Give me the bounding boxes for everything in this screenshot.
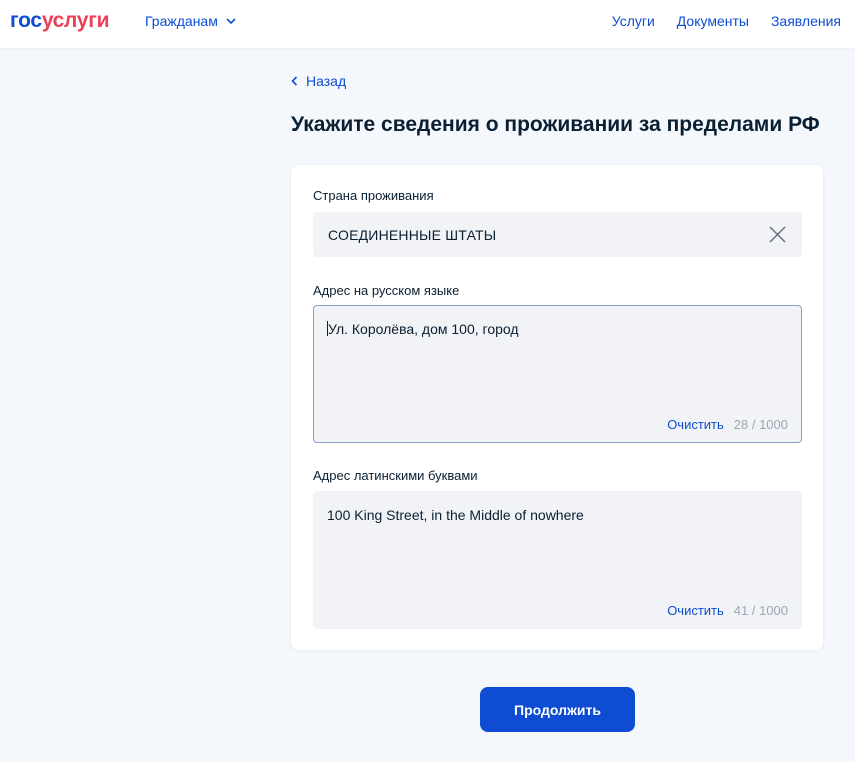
address-ru-label: Адрес на русском языке — [313, 283, 460, 298]
country-value: СОЕДИНЕННЫЕ ШТАТЫ — [328, 226, 497, 243]
back-label: Назад — [306, 73, 347, 89]
citizens-menu-label: Гражданам — [145, 13, 218, 29]
page-title: Укажите сведения о проживании за предела… — [291, 113, 820, 136]
country-label: Страна проживания — [313, 188, 434, 203]
address-ru-clear-button[interactable]: Очистить — [667, 417, 724, 432]
nav-link-services[interactable]: Услуги — [612, 13, 655, 29]
address-lat-footer: Очистить 41 / 1000 — [667, 603, 788, 618]
chevron-down-icon — [226, 18, 236, 25]
address-lat-clear-button[interactable]: Очистить — [667, 603, 724, 618]
top-nav: Услуги Документы Заявления — [612, 13, 841, 29]
address-ru-value: Ул. Королёва, дом 100, город — [328, 321, 519, 337]
header: госуслуги Гражданам Услуги Документы Зая… — [0, 0, 855, 48]
address-lat-label: Адрес латинскими буквами — [313, 468, 478, 483]
logo-part-uslugi: услуги — [41, 9, 110, 32]
continue-button[interactable]: Продолжить — [480, 687, 635, 732]
form-card: Страна проживания СОЕДИНЕННЫЕ ШТАТЫ Адре… — [291, 165, 823, 650]
address-ru-footer: Очистить 28 / 1000 — [667, 417, 788, 432]
close-icon[interactable] — [769, 226, 786, 243]
citizens-menu[interactable]: Гражданам — [145, 13, 236, 29]
address-lat-textarea[interactable]: 100 King Street, in the Middle of nowher… — [313, 491, 802, 629]
address-lat-value: 100 King Street, in the Middle of nowher… — [327, 507, 584, 523]
back-link[interactable]: Назад — [291, 73, 346, 89]
address-lat-char-counter: 41 / 1000 — [733, 603, 788, 618]
address-ru-text: Ул. Королёва, дом 100, город — [327, 321, 519, 337]
gosuslugi-logo[interactable]: госуслуги — [10, 9, 110, 33]
nav-link-applications[interactable]: Заявления — [771, 13, 841, 29]
nav-link-documents[interactable]: Документы — [677, 13, 749, 29]
address-ru-char-counter: 28 / 1000 — [733, 417, 788, 432]
country-field[interactable]: СОЕДИНЕННЫЕ ШТАТЫ — [313, 212, 802, 257]
logo-part-gos: гос — [10, 9, 42, 32]
chevron-left-icon — [291, 76, 298, 86]
address-ru-textarea[interactable]: Ул. Королёва, дом 100, город Очистить 28… — [313, 305, 802, 443]
